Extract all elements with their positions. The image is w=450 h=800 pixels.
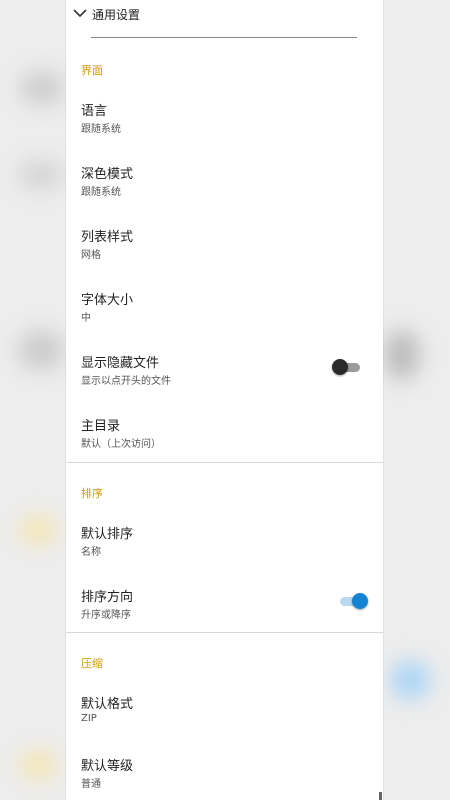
setting-title: 默认等级 [81, 759, 134, 774]
header-divider [91, 37, 357, 38]
chevron-down-icon[interactable] [73, 8, 87, 18]
background-blob [20, 70, 64, 106]
setting-title: 字体大小 [81, 293, 134, 308]
setting-title: 显示隐藏文件 [81, 356, 160, 371]
setting-item-default-format[interactable]: 默认格式 ZIP [66, 693, 383, 753]
section-title-compression: 压缩 [81, 657, 103, 670]
setting-description: 升序或降序 [81, 610, 131, 621]
section-title-sort: 排序 [81, 487, 103, 500]
setting-item-home-directory[interactable]: 主目录 默认（上次访问） [66, 415, 383, 475]
show-hidden-files-toggle[interactable] [332, 357, 362, 377]
section-divider [66, 462, 383, 463]
setting-item-sort-direction[interactable]: 排序方向 升序或降序 [66, 586, 383, 646]
setting-title: 深色模式 [81, 167, 134, 182]
setting-value: ZIP [81, 713, 97, 724]
setting-value: 跟随系统 [81, 187, 121, 198]
setting-value: 名称 [81, 547, 101, 558]
setting-item-show-hidden-files[interactable]: 显示隐藏文件 显示以点开头的文件 [66, 352, 383, 412]
section-divider [66, 632, 383, 633]
general-settings-panel: 通用设置 界面 语言 跟随系统 深色模式 跟随系统 列表样式 网格 字体大小 中… [66, 0, 383, 800]
toggle-thumb [352, 593, 368, 609]
setting-value: 普通 [81, 779, 101, 790]
background-blob [18, 750, 58, 780]
setting-value: 跟随系统 [81, 124, 121, 135]
setting-title: 排序方向 [81, 590, 134, 605]
background-blob [18, 160, 64, 190]
setting-item-language[interactable]: 语言 跟随系统 [66, 100, 383, 160]
setting-title: 语言 [81, 104, 108, 119]
settings-title: 通用设置 [92, 8, 141, 22]
section-title-interface: 界面 [81, 64, 103, 77]
setting-item-dark-mode[interactable]: 深色模式 跟随系统 [66, 163, 383, 223]
setting-title: 默认排序 [81, 527, 134, 542]
setting-item-default-sort[interactable]: 默认排序 名称 [66, 523, 383, 583]
setting-description: 显示以点开头的文件 [81, 376, 171, 387]
setting-title: 列表样式 [81, 230, 134, 245]
settings-header[interactable]: 通用设置 [66, 0, 383, 28]
background-blob [384, 330, 420, 380]
setting-value: 默认（上次访问） [81, 439, 161, 450]
background-blob [18, 330, 64, 370]
setting-value: 中 [81, 313, 91, 324]
setting-item-default-level[interactable]: 默认等级 普通 [66, 755, 383, 800]
background-blob [390, 660, 430, 700]
setting-item-font-size[interactable]: 字体大小 中 [66, 289, 383, 349]
setting-value: 网格 [81, 250, 101, 261]
scrollbar[interactable] [379, 792, 382, 800]
setting-title: 默认格式 [81, 697, 134, 712]
setting-title: 主目录 [81, 419, 121, 434]
toggle-thumb [332, 359, 348, 375]
background-blob [18, 515, 58, 545]
setting-item-list-style[interactable]: 列表样式 网格 [66, 226, 383, 286]
sort-direction-toggle[interactable] [338, 591, 368, 611]
